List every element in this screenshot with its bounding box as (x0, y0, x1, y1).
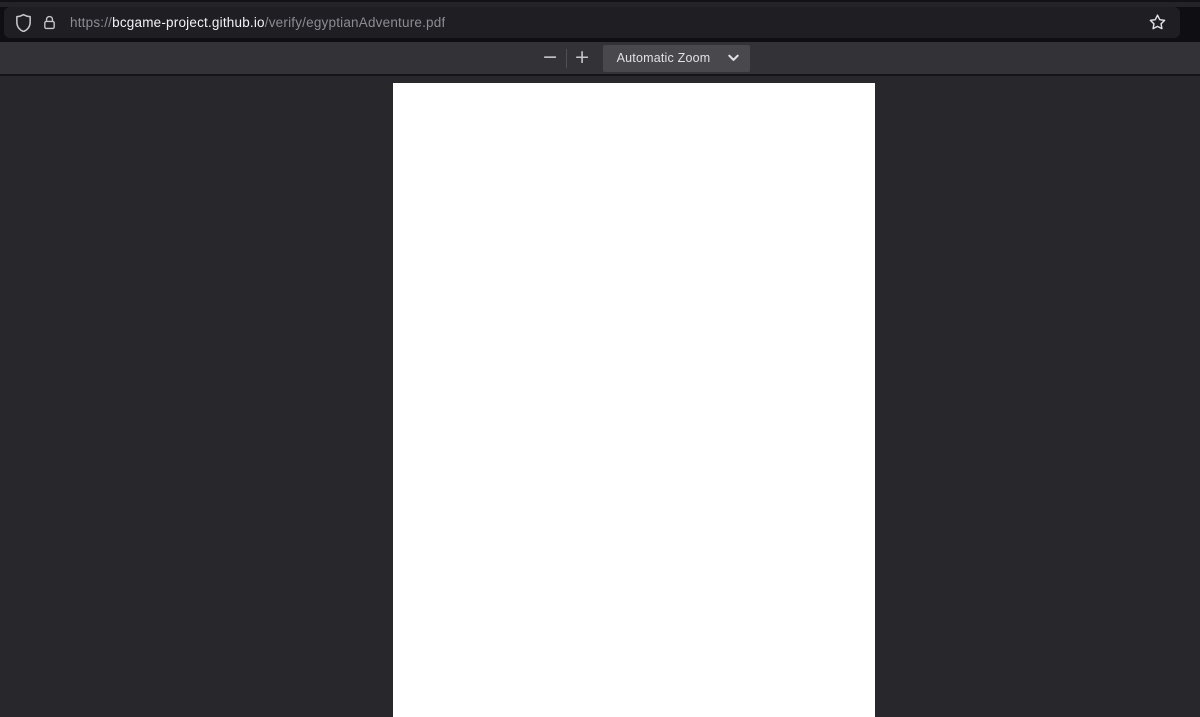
zoom-controls: − + Automatic Zoom (538, 44, 751, 72)
pdf-viewer-content (0, 75, 1200, 717)
zoom-out-button[interactable]: − (538, 46, 563, 71)
url-scheme: https:// (70, 15, 113, 30)
url-bar[interactable]: https://bcgame-project.github.io/verify/… (4, 7, 1180, 38)
zoom-level-value: Automatic Zoom (616, 51, 711, 65)
tracking-protection-shield-icon[interactable] (10, 10, 36, 36)
pdf-page (393, 83, 875, 717)
toolbar-divider (565, 48, 567, 68)
chevron-down-icon (728, 54, 740, 62)
zoom-in-button[interactable]: + (570, 46, 595, 71)
url-text[interactable]: https://bcgame-project.github.io/verify/… (70, 15, 445, 30)
url-domain: bcgame-project.github.io (112, 15, 265, 30)
bookmark-star-icon[interactable] (1144, 10, 1170, 36)
zoom-level-dropdown[interactable]: Automatic Zoom (602, 44, 751, 72)
browser-chrome-bar: https://bcgame-project.github.io/verify/… (0, 0, 1200, 42)
url-path: /verify/egyptianAdventure.pdf (264, 15, 446, 30)
lock-icon[interactable] (36, 10, 62, 36)
pdf-toolbar: − + Automatic Zoom (0, 42, 1200, 75)
